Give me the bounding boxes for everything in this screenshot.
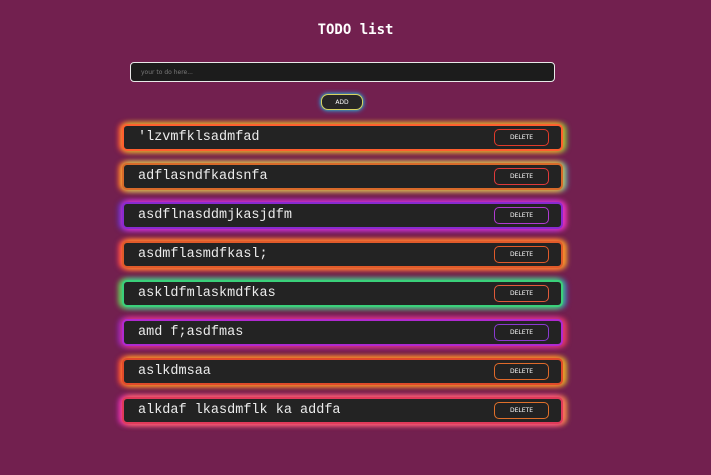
todo-item: amd f;asdfmas DELETE bbox=[122, 319, 563, 346]
delete-button[interactable]: DELETE bbox=[494, 285, 549, 302]
todo-item: alkdaf lkasdmflk ka addfa DELETE bbox=[122, 397, 563, 424]
todo-text: alkdaf lkasdmflk ka addfa bbox=[138, 403, 341, 418]
page-title: TODO list bbox=[317, 22, 394, 38]
delete-button[interactable]: DELETE bbox=[494, 402, 549, 419]
todo-text: 'lzvmfklsadmfad bbox=[138, 130, 260, 145]
delete-button[interactable]: DELETE bbox=[494, 363, 549, 380]
todo-item: aslkdmsaa DELETE bbox=[122, 358, 563, 385]
todo-list: 'lzvmfklsadmfad DELETE adflasndfkadsnfa … bbox=[122, 124, 563, 436]
delete-button[interactable]: DELETE bbox=[494, 324, 549, 341]
add-button[interactable]: ADD bbox=[321, 94, 363, 110]
todo-text: adflasndfkadsnfa bbox=[138, 169, 268, 184]
todo-input[interactable] bbox=[130, 62, 555, 82]
todo-text: amd f;asdfmas bbox=[138, 325, 244, 340]
todo-item: adflasndfkadsnfa DELETE bbox=[122, 163, 563, 190]
todo-text: asdflnasddmjkasjdfm bbox=[138, 208, 292, 223]
delete-button[interactable]: DELETE bbox=[494, 168, 549, 185]
todo-text: asdmflasmdfkasl; bbox=[138, 247, 268, 262]
todo-item: askldfmlaskmdfkas DELETE bbox=[122, 280, 563, 307]
todo-item: 'lzvmfklsadmfad DELETE bbox=[122, 124, 563, 151]
delete-button[interactable]: DELETE bbox=[494, 207, 549, 224]
todo-text: aslkdmsaa bbox=[138, 364, 211, 379]
delete-button[interactable]: DELETE bbox=[494, 246, 549, 263]
todo-text: askldfmlaskmdfkas bbox=[138, 286, 276, 301]
todo-item: asdflnasddmjkasjdfm DELETE bbox=[122, 202, 563, 229]
delete-button[interactable]: DELETE bbox=[494, 129, 549, 146]
todo-item: asdmflasmdfkasl; DELETE bbox=[122, 241, 563, 268]
